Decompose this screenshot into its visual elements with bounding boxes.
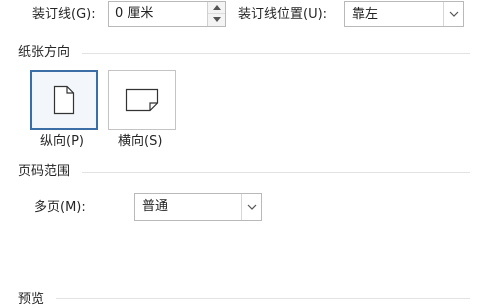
multiple-pages-value: 普通 — [142, 199, 169, 214]
gutter-position-value: 靠左 — [352, 7, 379, 22]
portrait-label: 纵向(P) — [40, 134, 84, 149]
arrow-up-icon — [213, 5, 221, 10]
gutter-stepper[interactable]: 0 厘米 — [108, 1, 226, 27]
gutter-spin — [207, 2, 225, 26]
multiple-pages-select[interactable]: 普通 — [134, 193, 262, 221]
landscape-page-icon — [125, 88, 159, 112]
gutter-position-select[interactable]: 靠左 — [344, 1, 464, 27]
gutter-position-label: 装订线位置(U): — [238, 7, 328, 22]
chevron-down-icon — [247, 204, 257, 210]
multiple-pages-label: 多页(M): — [34, 200, 86, 215]
landscape-label: 横向(S) — [118, 134, 163, 149]
gutter-label: 装订线(G): — [32, 7, 96, 22]
pages-section-title: 页码范围 — [18, 164, 71, 179]
gutter-position-dropdown-button[interactable] — [443, 2, 463, 26]
preview-section-title: 预览 — [18, 292, 45, 307]
multiple-pages-dropdown-button[interactable] — [241, 194, 261, 220]
gutter-decrement-button[interactable] — [208, 14, 225, 26]
portrait-page-icon — [53, 85, 75, 115]
chevron-down-icon — [449, 11, 459, 17]
arrow-down-icon — [213, 17, 221, 22]
landscape-button[interactable] — [108, 70, 176, 130]
orientation-divider — [82, 53, 470, 54]
orientation-section-title: 纸张方向 — [18, 45, 71, 60]
preview-divider — [56, 298, 470, 299]
gutter-value: 0 厘米 — [115, 6, 154, 21]
pages-divider — [82, 172, 470, 173]
gutter-increment-button[interactable] — [208, 2, 225, 14]
portrait-button[interactable] — [30, 70, 98, 130]
